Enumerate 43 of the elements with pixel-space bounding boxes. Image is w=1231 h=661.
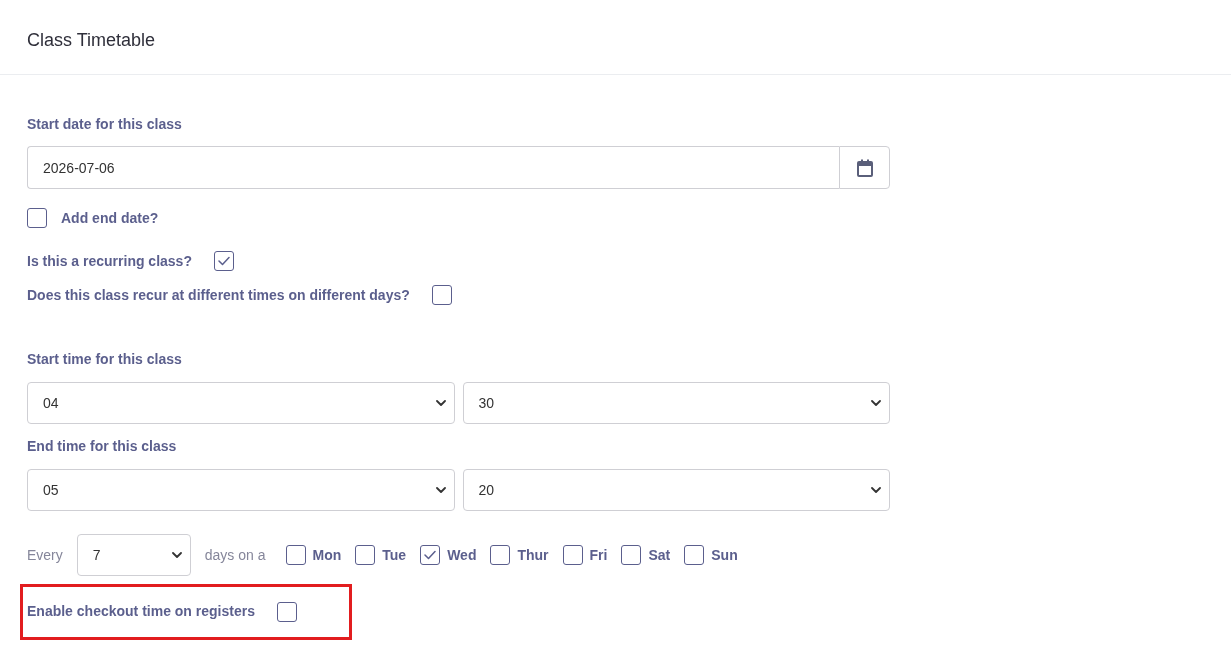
- calendar-icon: [856, 158, 873, 177]
- day-checkbox[interactable]: [355, 545, 376, 565]
- field-label: End time for this class: [27, 437, 177, 456]
- minute-select[interactable]: 20: [462, 469, 890, 511]
- day-checkbox[interactable]: [562, 545, 583, 565]
- checkbox[interactable]: [27, 208, 47, 228]
- day-checkbox[interactable]: [621, 545, 642, 565]
- day-label: Tue: [382, 546, 407, 565]
- date-input[interactable]: 2026-07-06: [27, 146, 839, 189]
- checkbox-label: Is this a recurring class?: [27, 252, 192, 271]
- checkbox[interactable]: [276, 602, 297, 622]
- checkbox-label: Does this class recur at different times on different days?: [27, 286, 410, 305]
- chevron-down-icon: [871, 400, 881, 406]
- day-checkbox[interactable]: [684, 545, 705, 565]
- checkbox-label: Add end date?: [61, 209, 159, 228]
- field-label: Start time for this class: [27, 350, 182, 369]
- chevron-down-icon: [435, 487, 446, 493]
- checkbox[interactable]: [213, 251, 234, 271]
- day-label: Mon: [312, 546, 342, 565]
- day-label: Sun: [711, 546, 738, 565]
- field-label: Start date for this class: [27, 115, 182, 134]
- day-checkbox[interactable]: [285, 545, 306, 565]
- days-label: days on a: [204, 547, 266, 563]
- minute-select[interactable]: 30: [462, 382, 890, 424]
- checkbox[interactable]: [431, 285, 452, 305]
- day-label: Thur: [517, 546, 549, 565]
- hour-select[interactable]: 04: [27, 382, 455, 424]
- day-label: Fri: [589, 546, 608, 565]
- chevron-down-icon: [171, 552, 182, 558]
- day-checkbox[interactable]: [420, 545, 441, 565]
- hour-select[interactable]: 05: [27, 469, 455, 511]
- day-label: Sat: [648, 546, 671, 565]
- checkmark-icon: [217, 256, 230, 266]
- chevron-down-icon: [871, 487, 881, 493]
- day-label: Wed: [447, 546, 477, 565]
- calendar-button[interactable]: [839, 146, 890, 189]
- interval-select[interactable]: 7: [76, 534, 191, 576]
- checkbox-label: Enable checkout time on registers: [27, 602, 255, 621]
- day-checkbox[interactable]: [490, 545, 511, 565]
- checkmark-icon: [424, 550, 437, 560]
- page-title: Class Timetable: [27, 29, 156, 51]
- every-label: Every: [27, 547, 63, 563]
- chevron-down-icon: [435, 400, 446, 406]
